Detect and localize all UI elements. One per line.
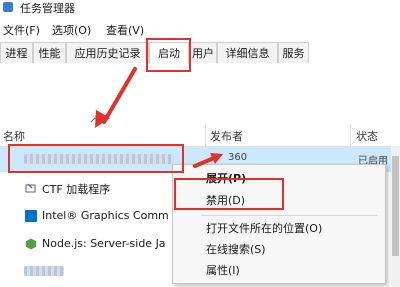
scrollbar-thumb[interactable]	[392, 156, 399, 256]
menu-item-search-online[interactable]: 在线搜索(S)	[206, 241, 266, 257]
vertical-scrollbar[interactable]	[391, 146, 400, 287]
menu-view[interactable]: 查看(V)	[106, 22, 144, 38]
row-name: Intel® Graphics Comm	[42, 209, 169, 222]
nodejs-icon	[26, 238, 36, 250]
tab-performance[interactable]: 性能	[33, 42, 66, 63]
red-arrow-icon	[95, 67, 137, 128]
menu-item-properties[interactable]: 属性(I)	[206, 262, 240, 278]
task-manager-icon	[3, 2, 13, 12]
publisher-cell: 360	[228, 152, 248, 163]
tab-users[interactable]: 用户	[189, 42, 217, 63]
intel-graphics-icon	[25, 210, 37, 222]
tab-details[interactable]: 详细信息	[217, 42, 278, 63]
menu-options[interactable]: 选项(O)	[52, 22, 91, 38]
column-divider	[350, 124, 351, 146]
column-header-name[interactable]: 名称	[3, 128, 25, 144]
column-header-publisher[interactable]: 发布者	[210, 128, 243, 144]
row-name: CTF 加载程序	[42, 183, 111, 196]
tab-strip: 进程 性能 应用历史记录 启动 用户 详细信息 服务	[0, 42, 400, 65]
ctf-loader-icon	[25, 183, 36, 193]
menu-bar: 文件(F) 选项(O) 查看(V)	[0, 18, 400, 40]
row-name: Node.js: Server-side Ja	[42, 237, 166, 250]
highlight-box-selected-row	[8, 144, 184, 173]
menu-file[interactable]: 文件(F)	[3, 22, 40, 38]
title-bar: 任务管理器	[0, 0, 400, 16]
content-area	[0, 64, 400, 124]
tab-processes[interactable]: 进程	[0, 42, 33, 63]
highlight-box-disable-item	[174, 178, 284, 210]
tab-services[interactable]: 服务	[278, 42, 309, 63]
highlight-box-startup-tab	[146, 38, 191, 72]
column-header-status[interactable]: 状态	[356, 128, 378, 144]
blurred-app-icon	[24, 266, 64, 276]
menu-separator	[201, 215, 377, 216]
window-title: 任务管理器	[20, 2, 75, 15]
column-divider	[205, 124, 206, 146]
red-arrow-icon	[193, 153, 223, 168]
tab-app-history[interactable]: 应用历史记录	[66, 42, 149, 63]
menu-item-open-file-location[interactable]: 打开文件所在的位置(O)	[206, 220, 322, 236]
